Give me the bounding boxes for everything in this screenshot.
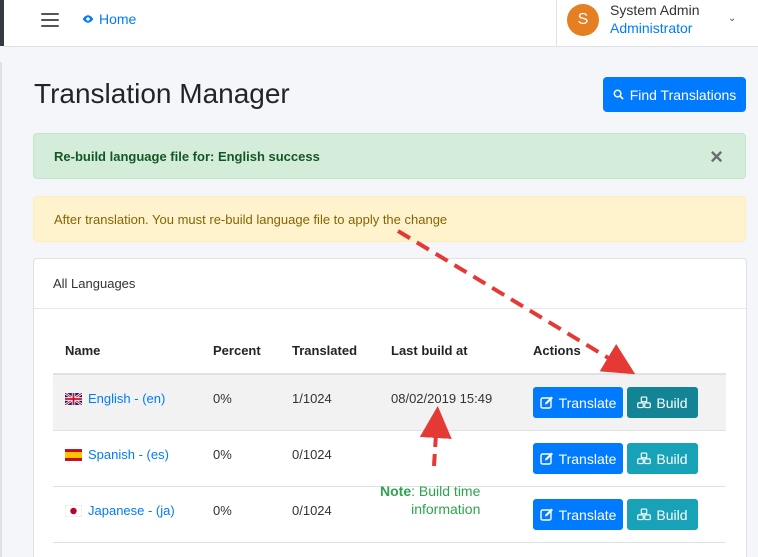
annotation-arrows xyxy=(396,229,636,467)
note-text-line2: information xyxy=(411,501,481,517)
annotation-note: Note: Build time information xyxy=(380,482,480,518)
note-bold: Note xyxy=(380,483,412,499)
arrow-to-last-build xyxy=(419,406,452,467)
arrow-to-build-button xyxy=(396,229,636,375)
note-text: : Build time xyxy=(411,483,481,499)
